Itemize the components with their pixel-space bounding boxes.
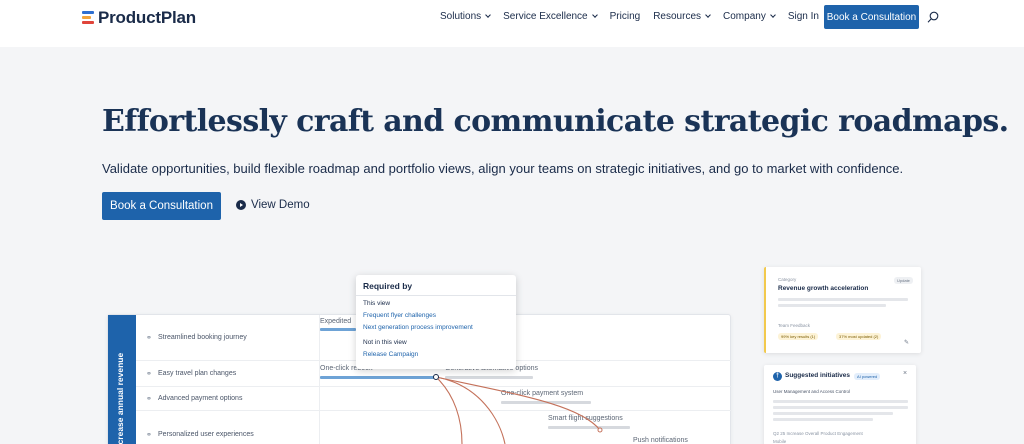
card-title: Suggested initiatives — [785, 372, 851, 379]
placeholder-line — [773, 412, 893, 415]
popover-link[interactable]: Frequent flyer challenges — [363, 312, 436, 319]
stat-pill: 37% most updated (2) — [836, 333, 882, 340]
ai-badge: AI powered — [854, 373, 881, 380]
placeholder-line — [773, 400, 908, 403]
card-footer: Q2 25 Increase Overall Product Engagemen… — [773, 431, 863, 436]
close-icon[interactable]: × — [903, 370, 907, 377]
card-title: Revenue growth acceleration — [778, 285, 869, 292]
popover-link[interactable]: Release Campaign — [363, 351, 418, 358]
popover-section-heading: Not in this view — [363, 339, 407, 346]
card-subtitle: User Management and Access Control — [773, 389, 851, 394]
suggested-initiatives-card: † Suggested initiatives AI powered × Use… — [764, 365, 916, 444]
productplan-ai-icon: † — [773, 372, 782, 381]
card-section: Team Feedback — [778, 323, 811, 328]
popover-link[interactable]: Next generation process improvement — [363, 324, 473, 331]
placeholder-line — [773, 418, 873, 421]
placeholder-line — [778, 304, 886, 307]
card-footer-2: Mobile — [773, 439, 787, 444]
placeholder-line — [773, 406, 908, 409]
stat-pill: 99% key results (1) — [778, 333, 819, 340]
card-badge: Update — [894, 277, 913, 284]
popover-title: Required by — [363, 281, 413, 291]
placeholder-line — [778, 298, 908, 301]
popover-section-heading: This view — [363, 300, 391, 307]
edit-icon[interactable]: ✎ — [904, 339, 909, 346]
popover-divider — [356, 295, 516, 296]
required-by-popover: Required by This view Frequent flyer cha… — [356, 275, 516, 369]
category-card: Category Update Revenue growth accelerat… — [764, 267, 921, 353]
card-kicker: Category — [778, 277, 797, 282]
